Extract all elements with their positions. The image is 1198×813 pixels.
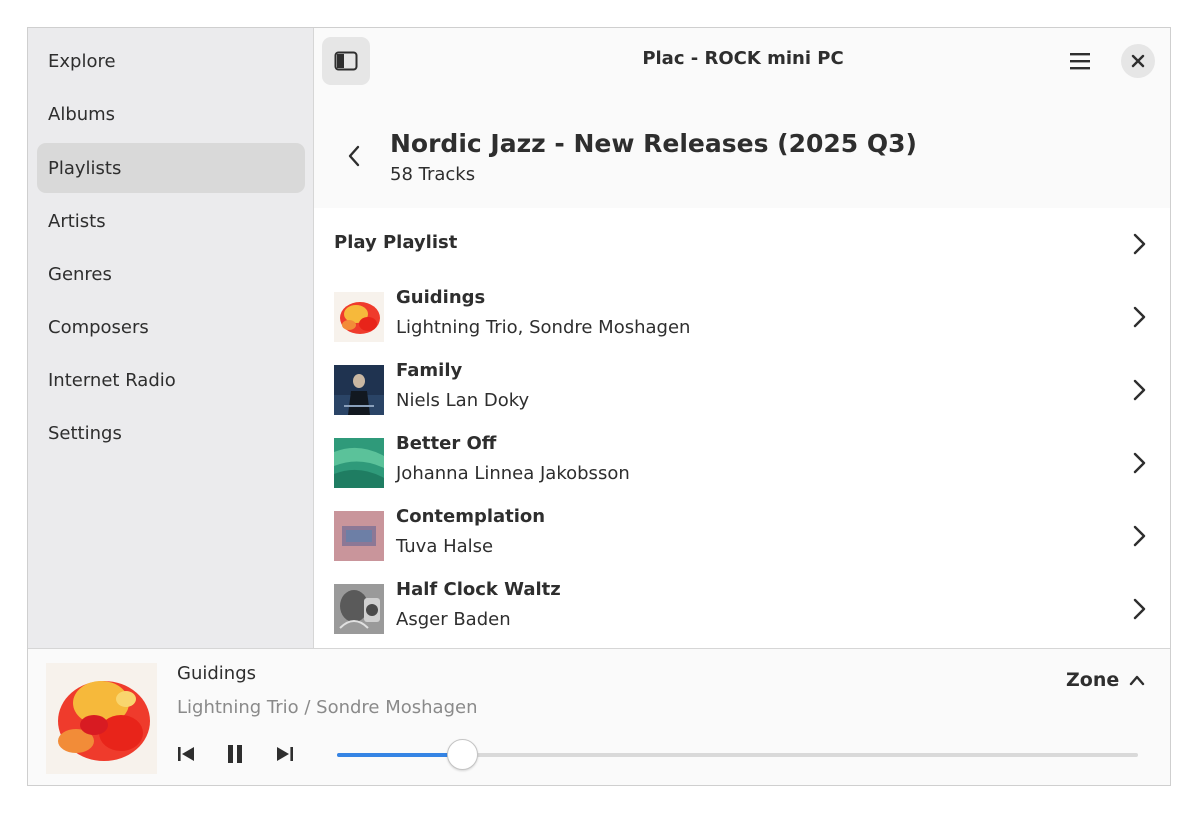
- chevron-left-icon: [348, 145, 360, 167]
- chevron-right-icon: [1133, 306, 1146, 328]
- list-item[interactable]: Half Clock Waltz Asger Baden: [314, 572, 1170, 645]
- album-art: [334, 365, 384, 415]
- track-title: Better Off: [396, 433, 497, 454]
- header-bar: Plac - ROCK mini PC Nordic Jazz - New Re…: [314, 28, 1170, 208]
- previous-button[interactable]: [174, 742, 198, 766]
- window-title: Plac - ROCK mini PC: [642, 48, 844, 69]
- track-artist: Johanna Linnea Jakobsson: [396, 463, 630, 484]
- previous-icon: [178, 747, 194, 761]
- app-window: Explore Albums Playlists Artists Genres …: [27, 27, 1171, 786]
- track-title: Family: [396, 360, 463, 381]
- close-icon: [1131, 54, 1145, 68]
- zone-button[interactable]: Zone: [1066, 669, 1145, 691]
- sidebar-item-genres[interactable]: Genres: [37, 249, 305, 299]
- list-item[interactable]: Better Off Johanna Linnea Jakobsson: [314, 426, 1170, 499]
- sidebar: Explore Albums Playlists Artists Genres …: [28, 28, 314, 648]
- playlist-title: Nordic Jazz - New Releases (2025 Q3): [390, 129, 917, 158]
- now-playing-title: Guidings: [177, 663, 256, 684]
- chevron-right-icon: [1133, 525, 1146, 547]
- playlist-track-count: 58 Tracks: [390, 164, 476, 185]
- list-item[interactable]: Family Niels Lan Doky: [314, 353, 1170, 426]
- zone-label: Zone: [1066, 669, 1120, 691]
- track-title: Contemplation: [396, 506, 546, 527]
- next-icon: [277, 747, 293, 761]
- hamburger-menu-icon: [1070, 53, 1090, 70]
- track-artist: Tuva Halse: [396, 536, 494, 557]
- seek-slider-handle[interactable]: [446, 739, 478, 770]
- track-list: Play Playlist Guidings Lightning Trio, S…: [314, 208, 1170, 648]
- player-bar: Guidings Lightning Trio / Sondre Moshage…: [28, 648, 1170, 785]
- now-playing-artist: Lightning Trio / Sondre Moshagen: [177, 697, 478, 718]
- sidebar-item-explore[interactable]: Explore: [37, 36, 305, 86]
- chevron-right-icon: [1133, 598, 1146, 620]
- track-title: Half Clock Waltz: [396, 579, 561, 600]
- now-playing-album-art[interactable]: [46, 663, 157, 774]
- play-playlist-label: Play Playlist: [334, 232, 458, 253]
- play-playlist-row[interactable]: Play Playlist: [314, 208, 1170, 280]
- track-artist: Lightning Trio, Sondre Moshagen: [396, 317, 691, 338]
- track-artist: Asger Baden: [396, 609, 511, 630]
- chevron-right-icon: [1133, 452, 1146, 474]
- next-button[interactable]: [273, 742, 297, 766]
- sidebar-item-settings[interactable]: Settings: [37, 408, 305, 458]
- track-artist: Niels Lan Doky: [396, 390, 530, 411]
- chevron-up-icon: [1130, 675, 1145, 686]
- chevron-right-icon: [1133, 233, 1146, 255]
- sidebar-item-internet-radio[interactable]: Internet Radio: [37, 355, 305, 405]
- seek-slider-fill: [337, 753, 463, 757]
- sidebar-item-artists[interactable]: Artists: [37, 196, 305, 246]
- back-button[interactable]: [338, 140, 370, 172]
- pause-icon: [228, 745, 242, 763]
- pause-button[interactable]: [223, 742, 247, 766]
- list-item[interactable]: Guidings Lightning Trio, Sondre Moshagen: [314, 280, 1170, 353]
- chevron-right-icon: [1133, 379, 1146, 401]
- album-art: [334, 292, 384, 342]
- album-art: [334, 511, 384, 561]
- list-item[interactable]: Contemplation Tuva Halse: [314, 499, 1170, 572]
- sidebar-item-albums[interactable]: Albums: [37, 89, 305, 139]
- close-button[interactable]: [1121, 44, 1155, 78]
- main-pane: Plac - ROCK mini PC Nordic Jazz - New Re…: [314, 28, 1170, 648]
- track-title: Guidings: [396, 287, 486, 308]
- album-art: [334, 584, 384, 634]
- sidebar-item-playlists[interactable]: Playlists: [37, 143, 305, 193]
- seek-slider[interactable]: [337, 739, 1138, 770]
- main-menu-button[interactable]: [1056, 44, 1104, 78]
- album-art: [334, 438, 384, 488]
- sidebar-item-composers[interactable]: Composers: [37, 302, 305, 352]
